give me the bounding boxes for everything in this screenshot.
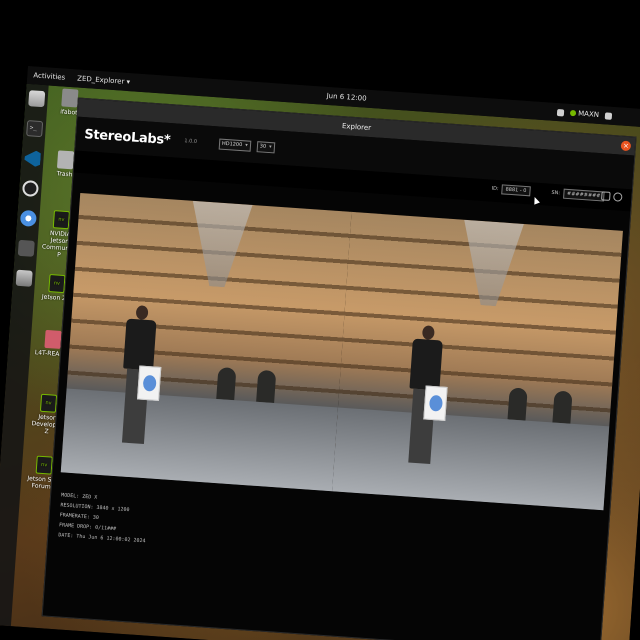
nvidia-link-icon: nv [52, 210, 70, 230]
trash-icon [56, 150, 75, 170]
left-camera-image [60, 192, 352, 492]
system-tray: MAXN [556, 108, 613, 120]
drive-icon[interactable] [15, 269, 33, 287]
chevron-down-icon: ▾ [245, 142, 248, 149]
window-actions [601, 191, 623, 202]
serial-number-label: SN: [551, 189, 561, 197]
obs-app-icon[interactable] [21, 179, 40, 198]
version-label: 1.0.0 [184, 138, 198, 145]
vscode-app-icon[interactable] [24, 150, 41, 167]
network-icon[interactable] [556, 108, 565, 117]
floor [60, 388, 338, 492]
resolution-select[interactable]: HD1200 ▾ [218, 138, 252, 152]
atrium-skylight [414, 217, 569, 311]
camera-id-select[interactable]: 8881 - 0 [501, 184, 531, 197]
resolution-value: HD1200 [221, 140, 243, 149]
archway [552, 390, 573, 424]
camera-id-control: ID: 8881 - 0 [491, 184, 531, 197]
window-title: Explorer [341, 122, 372, 133]
archway [216, 367, 237, 401]
fps-value: 30 [259, 143, 267, 150]
floor [332, 407, 610, 511]
close-icon[interactable]: × [620, 140, 632, 152]
mouse-cursor-icon [531, 195, 540, 205]
chromium-app-icon[interactable] [19, 209, 37, 227]
power-mode-indicator[interactable]: MAXN [569, 109, 600, 119]
power-mode-label: MAXN [577, 109, 600, 119]
system-menu-icon[interactable] [604, 111, 613, 120]
folder-icon [44, 329, 62, 349]
home-folder-icon [61, 88, 79, 108]
brand-logo: StereoLabs* [83, 126, 171, 148]
chevron-down-icon: ▾ [268, 144, 272, 151]
nvidia-link-icon: nv [39, 393, 58, 413]
clock[interactable]: Jun 6 12:00 [326, 92, 366, 103]
atrium-skylight [142, 198, 297, 292]
nvidia-link-icon: nv [48, 274, 66, 294]
serial-number-control: SN: ######## [551, 188, 605, 202]
camera-info-overlay: MODEL: ZED X RESOLUTION: 3840 x 1200 FRA… [58, 490, 149, 546]
explorer-window: Explorer × StereoLabs* 1.0.0 HD1200 ▾ 30… [41, 97, 637, 640]
refresh-icon[interactable] [601, 191, 611, 201]
zed-explorer-app-icon[interactable] [17, 239, 35, 257]
right-camera-image [332, 211, 623, 511]
stereo-video-view[interactable] [60, 192, 623, 511]
monitor-screen: Activities ZED_Explorer ▾ Jun 6 12:00 MA… [0, 66, 640, 640]
nvidia-link-icon: nv [35, 455, 53, 475]
terminal-app-icon[interactable] [26, 120, 44, 138]
nvidia-icon [569, 109, 577, 117]
archway [507, 387, 528, 421]
app-menu-button[interactable]: ZED_Explorer ▾ [77, 74, 130, 86]
desktop-icon-label: ifabot [59, 108, 78, 117]
serial-number-field[interactable]: ######## [562, 188, 605, 202]
desktop-icon-label: Trash [56, 170, 73, 179]
archway [256, 369, 277, 403]
camera-id-label: ID: [491, 185, 499, 193]
activities-button[interactable]: Activities [33, 71, 65, 81]
fps-select[interactable]: 30 ▾ [256, 140, 275, 153]
files-app-icon[interactable] [28, 90, 46, 108]
settings-gear-icon[interactable] [612, 192, 623, 202]
